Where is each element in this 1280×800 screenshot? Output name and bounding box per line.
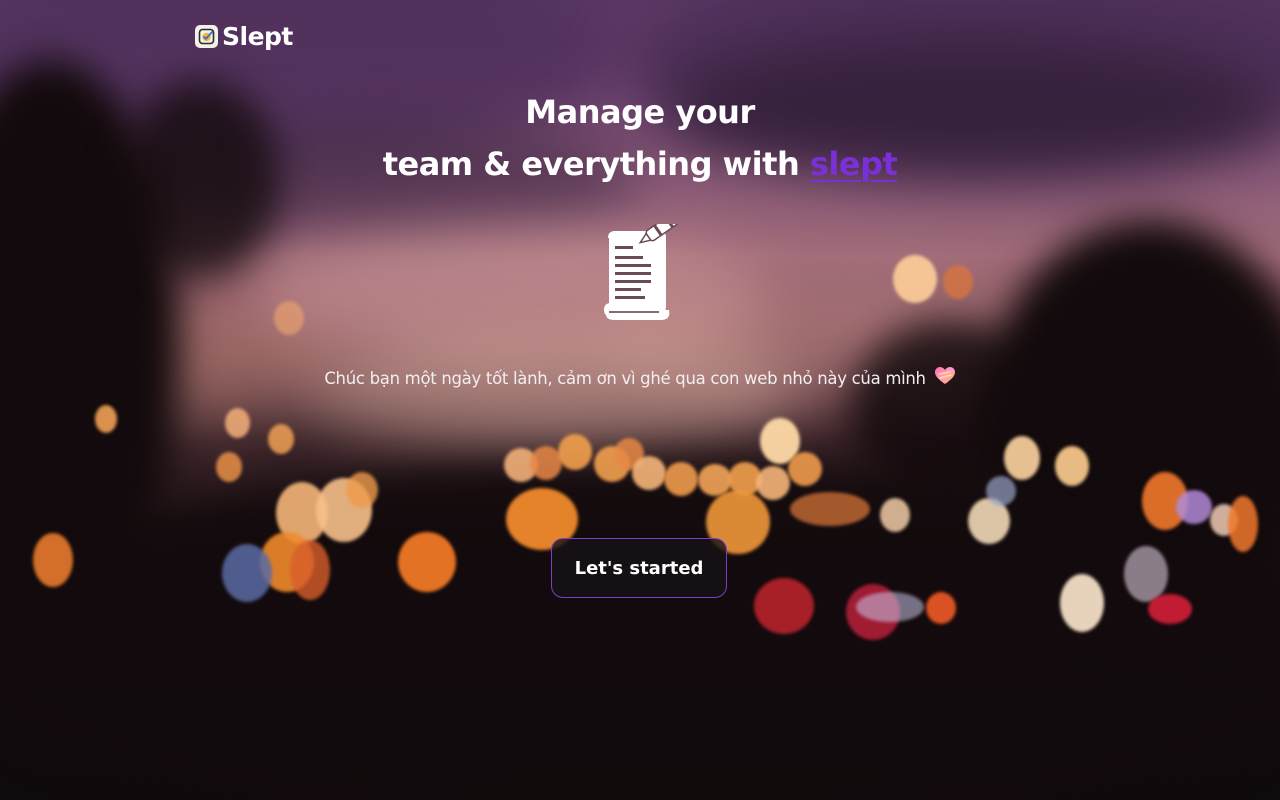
checklist-logo-icon (195, 25, 218, 48)
headline-line-2-prefix: team & everything with (382, 145, 810, 183)
headline-accent-link[interactable]: slept (810, 145, 898, 183)
headline-line-1: Manage your (525, 93, 755, 131)
brand-name: Slept (222, 22, 293, 51)
hero-headline: Manage your team & everything with slept (0, 86, 1280, 190)
sparkling-heart-icon (934, 366, 956, 390)
headline-line-2: team & everything with slept (0, 138, 1280, 190)
scroll-quill-icon (599, 209, 689, 324)
get-started-button[interactable]: Let's started (551, 538, 727, 598)
subtitle-text: Chúc bạn một ngày tốt lành, cảm ơn vì gh… (324, 369, 926, 388)
brand-logo[interactable]: Slept (195, 22, 293, 51)
hero-subtitle: Chúc bạn một ngày tốt lành, cảm ơn vì gh… (0, 366, 1280, 390)
